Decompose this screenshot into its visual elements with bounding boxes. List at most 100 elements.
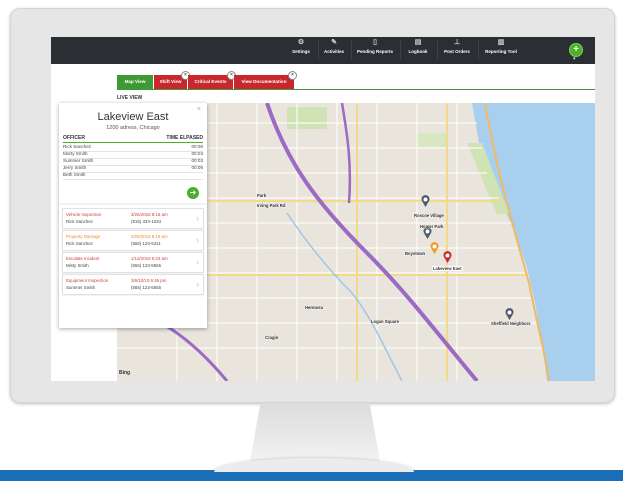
alert-location-pin[interactable] <box>430 242 439 254</box>
incident-phone: (555) 123-5555 <box>131 285 162 290</box>
selected-location-pin[interactable] <box>443 251 452 263</box>
tab-shift-view-label: Shift View <box>159 79 182 84</box>
officer-time: 00:03 <box>191 158 204 163</box>
incident-type: Equipment Inspection <box>66 278 109 283</box>
officer-time: 00:03 <box>191 151 204 156</box>
time-elapsed-column-header: TIME ELPASED <box>166 135 203 141</box>
incident-phone: (815) 333-1234 <box>131 219 162 224</box>
nav-logbook[interactable]: ▤ Logbook <box>401 39 435 62</box>
incident-datetime: 1/12/2015 6:23 am <box>131 256 168 261</box>
nav-pending-reports-label: Pending Reports <box>356 49 393 54</box>
park-area <box>287 107 327 129</box>
nav-post-orders-label: Post Orders <box>444 49 470 54</box>
tab-critical-events[interactable]: Critical Events × <box>188 71 236 89</box>
incident-officer: Rick Sanchez <box>66 241 93 246</box>
top-navigation-bar: ⚙ Settings ✎ Activities ▯ Pending Reports ▤… <box>51 37 595 64</box>
site-info-panel: × Lakeview East 1200 adress, Chicago OFF… <box>59 103 207 328</box>
park-area <box>417 133 447 147</box>
officer-name: Morty Smith <box>63 151 88 156</box>
chevron-down-icon[interactable]: ▾ <box>573 56 576 62</box>
pencil-icon: ✎ <box>331 39 337 46</box>
document-icon: ▯ <box>373 39 377 46</box>
site-title: Lakeview East <box>97 111 169 123</box>
incident-type: Property Damage <box>66 234 101 239</box>
officer-time: 00:06 <box>191 165 204 170</box>
clipboard-icon: ⊥ <box>453 39 461 46</box>
lake-michigan <box>472 103 595 381</box>
nav-activities-label: Activities <box>323 49 344 54</box>
officer-name: Beth Smith <box>63 172 86 177</box>
map-label: Park <box>257 193 267 198</box>
tab-map-view[interactable]: Map View <box>117 75 153 89</box>
incident-card[interactable]: Vehicle Inspection Rick Sanchez 3/26/201… <box>63 209 203 228</box>
officer-location-pin[interactable] <box>505 308 514 320</box>
incident-card[interactable]: Equipment Inspection Summer Smith 3/6/10… <box>63 275 203 294</box>
officer-time: 00:00 <box>191 144 204 149</box>
incident-officer: Summer Smith <box>66 285 96 290</box>
nav-activities[interactable]: ✎ Activities <box>319 39 349 62</box>
arrow-right-icon: ➜ <box>189 188 197 197</box>
tab-underline <box>117 89 595 90</box>
close-icon[interactable]: × <box>288 71 297 80</box>
incident-phone: (555) 123-5555 <box>131 263 162 268</box>
nav-logbook-label: Logbook <box>408 49 428 54</box>
incident-card[interactable]: Property Damage Rick Sanchez 3/26/2015 8… <box>63 231 203 250</box>
incident-officer: Rick Sanchez <box>66 219 93 224</box>
incident-officer: Misty Smith <box>66 263 89 268</box>
tab-map-view-label: Map View <box>124 79 146 84</box>
river <box>286 212 403 381</box>
incident-phone: (555) 123-5311 <box>131 241 161 246</box>
tab-view-documentation[interactable]: View Documentation × <box>234 71 297 89</box>
highway <box>340 103 352 204</box>
plus-icon: + <box>573 44 579 55</box>
map-attribution: Bing <box>119 370 131 376</box>
nav-reporting-tool-label: Reporting Tool <box>485 49 517 54</box>
site-address: 1200 adress, Chicago <box>106 125 160 131</box>
bar-chart-icon: ▥ <box>497 39 505 46</box>
arrow-right-button[interactable]: ➜ <box>187 187 199 199</box>
incident-type: Escalate Incident <box>66 256 100 261</box>
monitor-frame: ⚙ Settings ✎ Activities ▯ Pending Reports ▤… <box>10 8 615 403</box>
incident-list: Vehicle Inspection Rick Sanchez 3/26/201… <box>63 209 203 297</box>
tab-critical-events-label: Critical Events <box>194 79 227 84</box>
map-label: Cragin <box>265 335 279 340</box>
nav-pending-reports[interactable]: ▯ Pending Reports <box>352 39 398 62</box>
monitor-base <box>214 458 414 472</box>
map-label: Logan Square <box>371 319 399 324</box>
map-label-selected: Lakeview East <box>432 266 463 271</box>
book-icon: ▤ <box>414 39 422 46</box>
incident-datetime: 3/26/2015 8:16 am <box>131 212 168 217</box>
map-label: Irving Park Rd <box>257 203 286 208</box>
panel-divider <box>59 203 207 205</box>
nav-settings-label: Settings <box>292 49 310 54</box>
incident-card[interactable]: Escalate Incident Misty Smith 1/12/2015 … <box>63 253 203 272</box>
incident-datetime: 3/6/10/10 6:45 pm <box>131 278 167 283</box>
monitor-stand <box>250 403 380 461</box>
officer-table-header: OFFICER TIME ELPASED <box>63 135 203 143</box>
chevron-right-icon: › <box>196 257 199 267</box>
officer-row[interactable]: Beth Smith <box>63 172 203 180</box>
tab-view-documentation-label: View Documentation <box>241 79 287 84</box>
incident-datetime: 3/26/2015 8:16 am <box>131 234 168 239</box>
map-label: Roscoe Village <box>414 213 444 218</box>
tab-shift-view[interactable]: Shift View × <box>154 71 190 89</box>
nav-reporting-tool[interactable]: ▥ Reporting Tool <box>479 39 523 62</box>
map-label: Homer Park <box>420 224 444 229</box>
nav-post-orders[interactable]: ⊥ Post Orders <box>438 39 476 62</box>
officer-column-header: OFFICER <box>63 135 85 141</box>
chevron-right-icon: › <box>196 213 199 223</box>
map-label: Hermosa <box>305 305 323 310</box>
officer-location-pin[interactable] <box>421 195 430 207</box>
live-view-heading: LIVE VIEW <box>117 95 143 101</box>
officer-name: Summer Smith <box>63 158 94 163</box>
incident-type: Vehicle Inspection <box>66 212 102 217</box>
chevron-right-icon: › <box>196 235 199 245</box>
map-label: Boystown <box>405 251 426 256</box>
chevron-right-icon: › <box>196 279 199 289</box>
nav-settings[interactable]: ⚙ Settings <box>286 39 316 62</box>
gear-icon: ⚙ <box>297 39 305 46</box>
officer-name: Jerry Smith <box>63 165 87 170</box>
app-screen: ⚙ Settings ✎ Activities ▯ Pending Reports ▤… <box>51 37 595 381</box>
officer-name: Rick Sanchez <box>63 144 92 149</box>
add-button[interactable]: + <box>569 43 583 57</box>
